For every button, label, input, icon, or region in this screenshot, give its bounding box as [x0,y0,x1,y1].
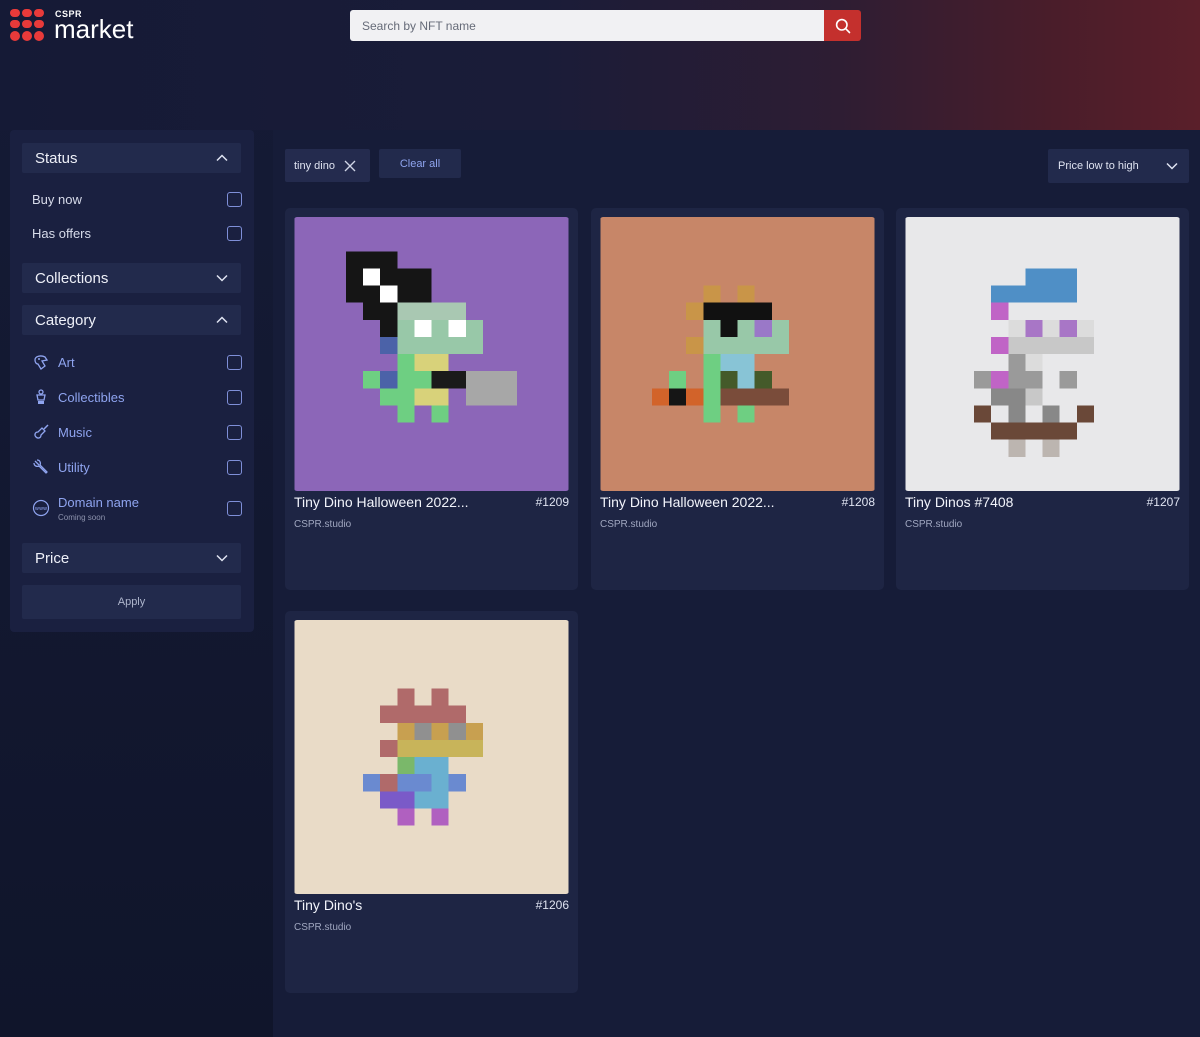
sort-dropdown[interactable]: Price low to high [1048,149,1189,183]
search-button[interactable] [824,10,861,41]
clear-all-button[interactable]: Clear all [379,149,461,178]
category-item-music[interactable]: Music [32,420,242,444]
chevron-down-icon [1166,162,1178,170]
chevron-up-icon [216,154,228,162]
buy-now-label: Buy now [32,191,82,207]
svg-text:www: www [35,506,47,512]
collectibles-label: Collectibles [58,389,125,405]
art-label: Art [58,354,75,370]
results-panel: tiny dino Clear all Price low to high Ti… [273,130,1200,1037]
utility-checkbox[interactable] [227,459,242,475]
nft-name: Tiny Dino Halloween 2022... [294,494,469,510]
active-filter-label: tiny dino [294,159,335,172]
guitar-icon [32,423,50,441]
coming-soon-label: Coming soon [58,513,106,522]
nft-creator[interactable]: CSPR.studio [905,519,962,530]
nft-creator[interactable]: CSPR.studio [294,922,351,933]
has-offers-checkbox[interactable] [227,225,242,241]
category-item-collectibles[interactable]: Collectibles [32,385,242,409]
header: CSPR market [0,0,1200,130]
price-title: Price [35,549,70,567]
music-label: Music [58,424,92,440]
chevron-up-icon [216,316,228,324]
status-section-header[interactable]: Status [22,143,241,173]
logo-small-text: CSPR [55,9,83,19]
domain-name-label: Domain name [58,495,139,510]
cspr-market-logo[interactable]: CSPR market [10,9,133,42]
category-title: Category [35,311,96,329]
nft-creator[interactable]: CSPR.studio [600,519,657,530]
collectibles-checkbox[interactable] [227,389,242,405]
nft-name: Tiny Dino Halloween 2022... [600,494,775,510]
search-bar [350,10,861,41]
utility-label: Utility [58,459,90,475]
art-checkbox[interactable] [227,354,242,370]
trophy-icon [32,388,50,406]
status-option-has-offers: Has offers [32,221,242,245]
filter-sidebar: Status Buy now Has offers Collections Ca… [10,130,254,632]
active-filter-chip[interactable]: tiny dino [285,149,370,182]
category-item-utility[interactable]: Utility [32,455,242,479]
logo-dots-icon [10,9,45,41]
price-section-header[interactable]: Price [22,543,241,573]
www-globe-icon: www [32,499,50,517]
art-palette-icon [32,353,50,371]
nft-token-id: #1208 [841,495,875,509]
nft-card[interactable]: Tiny Dino Halloween 2022... #1208 CSPR.s… [591,208,884,590]
sort-label: Price low to high [1058,160,1139,172]
domain-name-checkbox[interactable] [227,500,242,516]
nft-image [294,217,569,491]
nft-name: Tiny Dinos #7408 [905,494,1014,510]
nft-image [905,217,1180,491]
buy-now-checkbox[interactable] [227,191,242,207]
nft-card[interactable]: Tiny Dino Halloween 2022... #1209 CSPR.s… [285,208,578,590]
chevron-down-icon [216,554,228,562]
status-title: Status [35,149,78,167]
apply-button[interactable]: Apply [22,585,241,619]
nft-card[interactable]: Tiny Dinos #7408 #1207 CSPR.studio [896,208,1189,590]
page-frame: CSPR market Status Buy now Has offers [0,0,1200,1037]
wrench-icon [32,458,50,476]
collections-title: Collections [35,269,109,287]
has-offers-label: Has offers [32,225,92,241]
nft-token-id: #1209 [535,495,569,509]
nft-image [294,620,569,894]
search-icon [835,18,850,33]
category-section-header[interactable]: Category [22,305,241,335]
nft-creator[interactable]: CSPR.studio [294,519,351,530]
search-input[interactable] [350,10,824,41]
nft-name: Tiny Dino's [294,897,363,913]
nft-token-id: #1207 [1146,495,1180,509]
category-item-domain-name[interactable]: www Domain name Coming soon [32,494,242,522]
status-option-buy-now: Buy now [32,187,242,211]
music-checkbox[interactable] [227,424,242,440]
chevron-down-icon [216,274,228,282]
category-item-art[interactable]: Art [32,350,242,374]
collections-section-header[interactable]: Collections [22,263,241,293]
nft-image [600,217,875,491]
nft-token-id: #1206 [535,898,569,912]
nft-card[interactable]: Tiny Dino's #1206 CSPR.studio [285,611,578,993]
close-icon[interactable] [344,160,356,172]
